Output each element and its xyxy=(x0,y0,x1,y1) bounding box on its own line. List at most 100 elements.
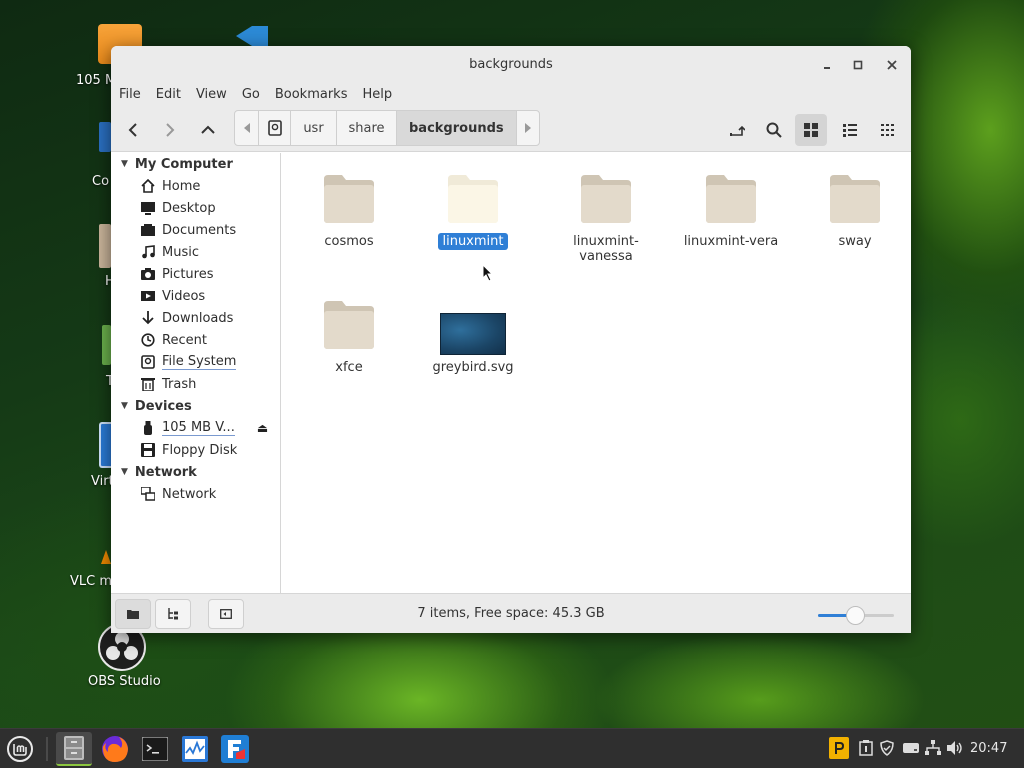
sidebar-item-pictures[interactable]: Pictures xyxy=(111,263,280,285)
downloads-icon xyxy=(141,311,155,325)
location-toggle-icon xyxy=(730,125,745,136)
menu-file[interactable]: File xyxy=(119,87,141,102)
sidebar-item-floppy-disk[interactable]: Floppy Disk xyxy=(111,439,280,461)
path-root-button[interactable] xyxy=(259,111,291,145)
desktop-icon-virtualbox[interactable] xyxy=(99,422,111,468)
sidebar-item-label: Recent xyxy=(162,332,207,348)
grid-view-icon xyxy=(804,123,818,137)
network-icon xyxy=(141,487,155,501)
sidebar-item-label: Home xyxy=(162,178,201,194)
file-item-xfce[interactable]: xfce xyxy=(289,297,409,376)
sidebar-item-file-system[interactable]: File System xyxy=(111,351,280,373)
file-name: cosmos xyxy=(324,234,374,249)
file-item-cosmos[interactable]: cosmos xyxy=(289,171,409,250)
taskbar-firefox-button[interactable] xyxy=(97,732,133,766)
icon-view-button[interactable] xyxy=(795,114,827,146)
close-button[interactable] xyxy=(882,55,902,75)
floppy-icon xyxy=(141,443,155,457)
taskbar-files-button[interactable] xyxy=(56,732,92,766)
sidebar-item-network[interactable]: Network xyxy=(111,483,280,505)
desktop-label-obs: OBS Studio xyxy=(88,674,161,689)
zoom-slider-knob[interactable] xyxy=(846,606,865,625)
up-button[interactable] xyxy=(192,114,224,146)
maximize-button[interactable] xyxy=(848,55,868,75)
tray-clipboard-icon[interactable] xyxy=(857,739,875,757)
vscode-icon[interactable] xyxy=(232,24,272,46)
taskbar-system-monitor-button[interactable] xyxy=(177,732,213,766)
forward-button[interactable] xyxy=(154,114,186,146)
file-item-sway[interactable]: sway xyxy=(795,171,911,250)
folder-icon xyxy=(324,175,374,223)
tray-network-icon[interactable] xyxy=(924,739,942,757)
desktop-icon-trash[interactable] xyxy=(102,325,111,365)
sidebar-section-devices[interactable]: ▼ Devices xyxy=(111,395,280,417)
file-item-linuxmint-vanessa[interactable]: linuxmint-vanessa xyxy=(546,171,666,265)
zoom-slider[interactable] xyxy=(818,606,894,625)
folder-icon xyxy=(830,175,880,223)
sidebar-item-videos[interactable]: Videos xyxy=(111,285,280,307)
desktop-icon-home[interactable] xyxy=(99,224,111,268)
menu-edit[interactable]: Edit xyxy=(156,87,181,102)
desktop-icon-computer[interactable] xyxy=(99,122,111,152)
menu-go[interactable]: Go xyxy=(242,87,260,102)
tray-drive-icon[interactable] xyxy=(902,739,920,757)
filezilla-icon xyxy=(221,735,249,763)
taskbar-terminal-button[interactable] xyxy=(137,732,173,766)
window-title: backgrounds xyxy=(469,57,553,72)
sidebar-section-network[interactable]: ▼ Network xyxy=(111,461,280,483)
clock[interactable]: 20:47 xyxy=(970,741,1007,756)
pictures-icon xyxy=(141,267,155,281)
sidebar-item-desktop[interactable]: Desktop xyxy=(111,197,280,219)
tray-volume-icon[interactable] xyxy=(946,739,964,757)
vlc-icon[interactable] xyxy=(101,550,111,564)
file-item-greybird-svg[interactable]: greybird.svg xyxy=(413,297,533,376)
sidebar-item-downloads[interactable]: Downloads xyxy=(111,307,280,329)
sidebar-item-music[interactable]: Music xyxy=(111,241,280,263)
music-icon xyxy=(141,245,155,259)
desktop-icon xyxy=(141,201,155,215)
path-scroll-left-button[interactable] xyxy=(235,111,259,145)
sidebar-item-home[interactable]: Home xyxy=(111,175,280,197)
firefox-icon xyxy=(102,736,128,762)
compact-view-button[interactable] xyxy=(872,114,904,146)
file-name: sway xyxy=(838,234,872,249)
eject-icon[interactable]: ⏏ xyxy=(257,421,268,435)
list-view-button[interactable] xyxy=(834,114,866,146)
sidebar-item-trash[interactable]: Trash xyxy=(111,373,280,395)
toggle-location-button[interactable] xyxy=(721,114,753,146)
folder-icon xyxy=(448,175,498,223)
sidebar-item-recent[interactable]: Recent xyxy=(111,329,280,351)
linux-mint-logo-icon xyxy=(7,736,33,762)
home-icon xyxy=(141,179,155,193)
mint-menu-button[interactable] xyxy=(2,732,38,766)
sidebar-section-my-computer[interactable]: ▼ My Computer xyxy=(111,153,280,175)
sidebar-item-label: Pictures xyxy=(162,266,214,282)
file-item-linuxmint-vera[interactable]: linuxmint-vera xyxy=(671,171,791,250)
sidebar-item-usb-drive[interactable]: 105 MB V... ⏏ xyxy=(111,417,280,439)
tray-shield-icon[interactable] xyxy=(878,739,896,757)
taskbar-filezilla-button[interactable] xyxy=(217,732,253,766)
tray-pastebin-icon[interactable] xyxy=(829,737,849,759)
titlebar[interactable]: backgrounds xyxy=(111,46,911,83)
folder-icon xyxy=(324,301,374,349)
taskbar: 20:47 xyxy=(0,728,1024,768)
system-monitor-icon xyxy=(182,736,208,762)
menu-bookmarks[interactable]: Bookmarks xyxy=(275,87,348,102)
sidebar-item-documents[interactable]: Documents xyxy=(111,219,280,241)
minimize-button[interactable] xyxy=(817,55,837,75)
path-segment-backgrounds[interactable]: backgrounds xyxy=(397,111,517,145)
file-name: linuxmint-vanessa xyxy=(573,234,639,264)
file-manager-window: backgrounds File Edit View Go Bookmarks … xyxy=(111,46,911,633)
path-scroll-right-button[interactable] xyxy=(517,111,539,145)
path-segment-usr[interactable]: usr xyxy=(291,111,337,145)
chevron-up-icon xyxy=(201,125,215,134)
desktop-label-computer: Co xyxy=(92,174,110,189)
menu-view[interactable]: View xyxy=(196,87,227,102)
menu-help[interactable]: Help xyxy=(362,87,392,102)
file-item-linuxmint[interactable]: linuxmint xyxy=(413,171,533,250)
taskbar-separator xyxy=(46,737,48,761)
path-segment-share[interactable]: share xyxy=(337,111,397,145)
search-button[interactable] xyxy=(758,114,790,146)
back-button[interactable] xyxy=(117,114,149,146)
folder-icon xyxy=(581,175,631,223)
